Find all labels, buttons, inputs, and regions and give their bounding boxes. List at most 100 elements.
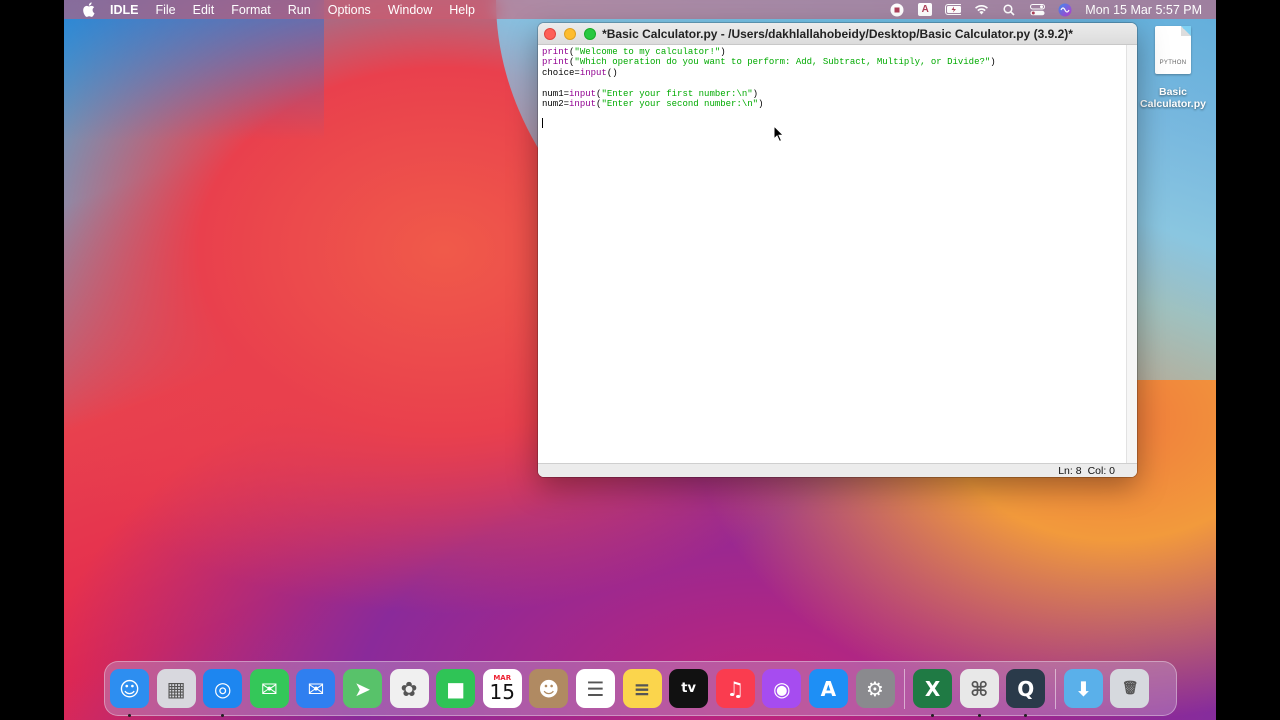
code-token: "Welcome to my calculator!" bbox=[574, 47, 721, 57]
menu-format[interactable]: Format bbox=[231, 3, 271, 17]
dock: ☺ ▦ ◎ ✉ ✉ ➤ ✿ ■ MAR 15 ☻ ☰ ≡ tv ♫ ◉ A ⚙ X ⌘ Q ⬇ 🗑 bbox=[104, 661, 1177, 717]
calendar-app[interactable]: MAR 15 bbox=[482, 669, 522, 708]
photos-app[interactable]: ✿ bbox=[389, 669, 429, 708]
safari-icon: ◎ bbox=[213, 676, 232, 701]
editor-status-bar: Ln: 8 Col: 0 bbox=[538, 463, 1137, 477]
desktop-file-name: Basic Calculator.py bbox=[1130, 86, 1216, 110]
tv-app[interactable]: tv bbox=[669, 669, 709, 708]
siri-icon[interactable] bbox=[1057, 3, 1073, 17]
running-indicator bbox=[128, 714, 131, 717]
menu-options[interactable]: Options bbox=[328, 3, 371, 17]
launchpad-app[interactable]: ▦ bbox=[156, 669, 196, 708]
music-icon: ♫ bbox=[726, 676, 745, 701]
messages-icon: ✉ bbox=[260, 676, 278, 701]
minimize-window-button[interactable] bbox=[564, 28, 576, 40]
menu-edit[interactable]: Edit bbox=[193, 3, 215, 17]
input-source-label: A bbox=[918, 3, 933, 16]
zoom-window-button[interactable] bbox=[584, 28, 596, 40]
excel-app[interactable]: X bbox=[913, 669, 953, 717]
code-token: choice= bbox=[542, 67, 580, 78]
control-center-icon[interactable] bbox=[1029, 3, 1045, 17]
contacts-icon: ☻ bbox=[538, 676, 560, 701]
desktop: IDLE File Edit Format Run Options Window… bbox=[64, 0, 1216, 720]
traffic-lights bbox=[544, 28, 596, 40]
photos-icon: ✿ bbox=[400, 676, 418, 701]
vertical-scrollbar[interactable] bbox=[1126, 45, 1137, 463]
wifi-icon[interactable] bbox=[973, 3, 989, 17]
launchpad-icon: ▦ bbox=[166, 676, 186, 701]
idle-editor-window: *Basic Calculator.py - /Users/dakhlallah… bbox=[538, 23, 1137, 477]
menu-clock[interactable]: Mon 15 Mar 5:57 PM bbox=[1085, 3, 1202, 17]
mail-app[interactable]: ✉ bbox=[296, 669, 336, 708]
code-line: print("Welcome to my calculator!") bbox=[542, 47, 1122, 57]
input-source-icon[interactable]: A bbox=[917, 3, 933, 17]
code-token: ) bbox=[758, 98, 764, 109]
code-token: () bbox=[606, 67, 618, 78]
menu-window[interactable]: Window bbox=[388, 3, 432, 17]
calendar-icon: MAR 15 bbox=[489, 675, 515, 704]
code-line: num1=input("Enter your first number:\n") bbox=[542, 89, 1122, 99]
code-token: input bbox=[569, 98, 597, 109]
apple-menu-icon[interactable] bbox=[82, 2, 96, 18]
safari-app[interactable]: ◎ bbox=[203, 669, 243, 717]
desktop-file-basic-calculator[interactable]: PYTHON Basic Calculator.py bbox=[1130, 26, 1216, 110]
code-token: input bbox=[569, 88, 597, 99]
code-line: print("Which operation do you want to pe… bbox=[542, 57, 1122, 67]
spotlight-search-icon[interactable] bbox=[1001, 3, 1017, 17]
system-preferences-icon: ⚙ bbox=[866, 676, 884, 701]
screen-recording-icon[interactable] bbox=[889, 3, 905, 17]
python-launcher-app[interactable]: ⌘ bbox=[959, 669, 999, 717]
code-token: input bbox=[579, 67, 607, 78]
python-file-icon: PYTHON bbox=[1155, 26, 1191, 74]
code-line: choice=input() bbox=[542, 68, 1122, 78]
trash[interactable]: 🗑 bbox=[1110, 669, 1150, 708]
menu-run[interactable]: Run bbox=[288, 3, 311, 17]
code-editor[interactable]: print("Welcome to my calculator!") print(… bbox=[538, 45, 1126, 463]
close-window-button[interactable] bbox=[544, 28, 556, 40]
mail-icon: ✉ bbox=[307, 676, 325, 701]
desktop-file-name-line1: Basic bbox=[1158, 86, 1188, 98]
music-app[interactable]: ♫ bbox=[715, 669, 755, 708]
code-token: print bbox=[542, 47, 570, 57]
facetime-app[interactable]: ■ bbox=[436, 669, 476, 708]
reminders-icon: ☰ bbox=[586, 676, 605, 701]
quicktime-icon: Q bbox=[1017, 676, 1035, 701]
app-store-app[interactable]: A bbox=[808, 669, 848, 708]
running-indicator bbox=[931, 714, 935, 717]
menu-app-name[interactable]: IDLE bbox=[110, 3, 138, 17]
status-menus: A Mon 15 Mar 5:57 PM bbox=[889, 0, 1202, 19]
system-preferences-app[interactable]: ⚙ bbox=[855, 669, 895, 708]
window-titlebar[interactable]: *Basic Calculator.py - /Users/dakhlallah… bbox=[538, 23, 1137, 45]
app-store-icon: A bbox=[820, 676, 837, 701]
quicktime-app[interactable]: Q bbox=[1006, 669, 1046, 717]
downloads-folder[interactable]: ⬇ bbox=[1063, 669, 1103, 708]
finder-app[interactable]: ☺ bbox=[110, 669, 149, 717]
menu-help[interactable]: Help bbox=[449, 3, 475, 17]
code-token: "Which operation do you want to perform:… bbox=[574, 57, 991, 68]
tv-icon: tv bbox=[681, 681, 696, 696]
wallpaper-top-left bbox=[64, 0, 324, 140]
maps-icon: ➤ bbox=[354, 676, 371, 701]
messages-app[interactable]: ✉ bbox=[249, 669, 289, 708]
reminders-app[interactable]: ☰ bbox=[575, 669, 615, 708]
finder-icon: ☺ bbox=[119, 676, 140, 701]
column-number-status: Col: 0 bbox=[1087, 465, 1115, 477]
running-indicator bbox=[977, 714, 981, 717]
menu-bar: IDLE File Edit Format Run Options Window… bbox=[64, 0, 1216, 19]
calendar-day: 15 bbox=[489, 680, 515, 704]
code-token: ) bbox=[990, 57, 996, 68]
menu-file[interactable]: File bbox=[155, 3, 175, 17]
maps-app[interactable]: ➤ bbox=[342, 669, 382, 708]
code-token: ) bbox=[752, 88, 759, 99]
contacts-app[interactable]: ☻ bbox=[529, 669, 569, 708]
code-token: num2= bbox=[542, 98, 570, 109]
podcasts-app[interactable]: ◉ bbox=[762, 669, 802, 708]
facetime-icon: ■ bbox=[446, 676, 466, 701]
desktop-file-name-line2: Calculator.py bbox=[1140, 98, 1206, 110]
battery-icon[interactable] bbox=[945, 3, 962, 17]
notes-app[interactable]: ≡ bbox=[622, 669, 662, 708]
downloads-folder-icon: ⬇ bbox=[1074, 676, 1092, 701]
code-line: num2=input("Enter your second number:\n"… bbox=[542, 99, 1122, 109]
